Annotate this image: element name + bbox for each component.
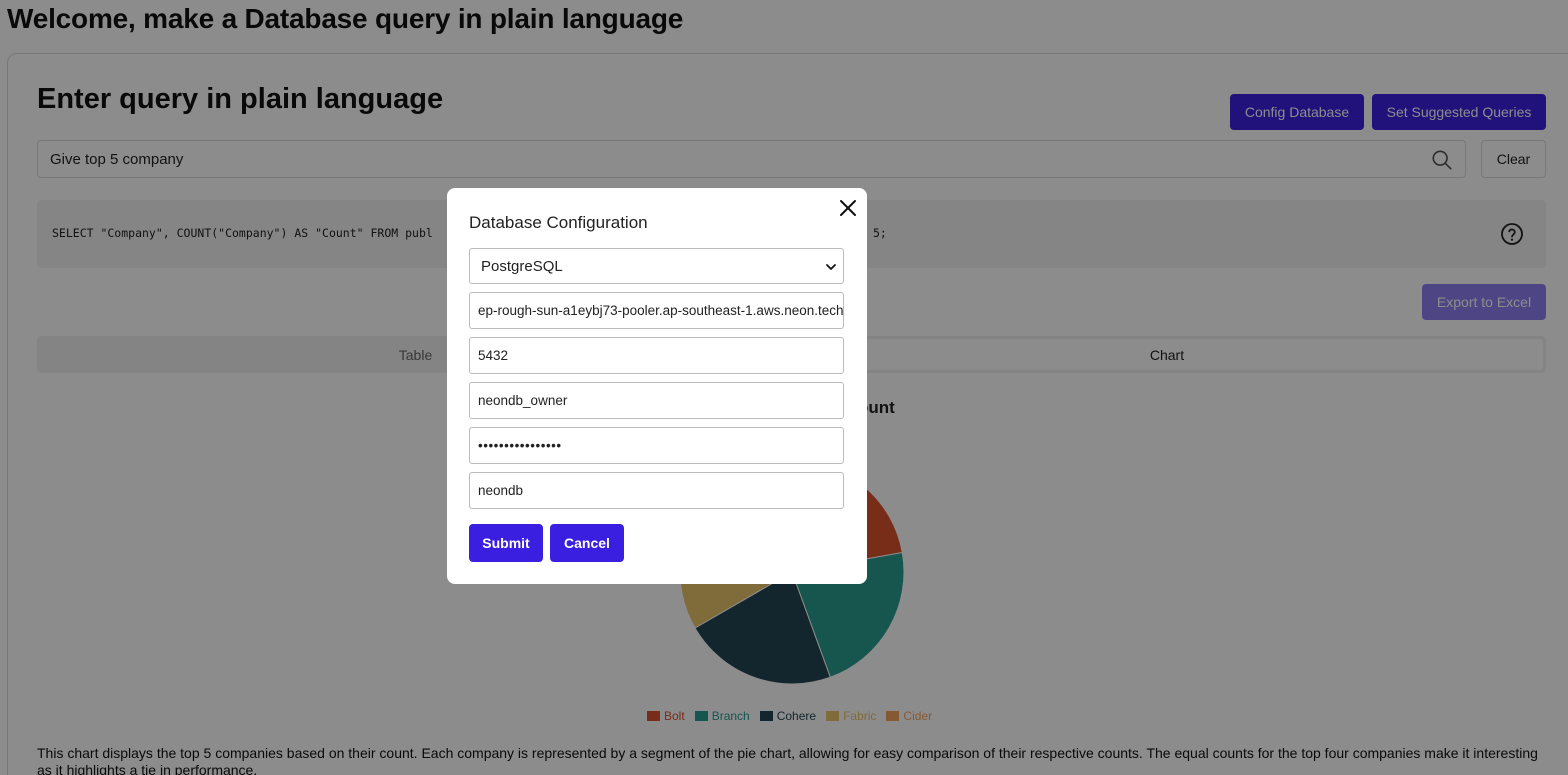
modal-title: Database Configuration (469, 213, 648, 232)
password-field[interactable]: •••••••••••••••• (469, 427, 844, 464)
database-type-select[interactable]: PostgreSQL (469, 248, 844, 284)
database-config-modal: Database Configuration PostgreSQL ep-rou… (447, 188, 867, 584)
database-type-value: PostgreSQL (481, 257, 563, 275)
submit-button[interactable]: Submit (469, 524, 543, 562)
database-name-field[interactable]: neondb (469, 472, 844, 509)
close-icon[interactable] (839, 199, 857, 217)
host-field[interactable]: ep-rough-sun-a1eybj73-pooler.ap-southeas… (469, 292, 844, 329)
username-field[interactable]: neondb_owner (469, 382, 844, 419)
port-field[interactable]: 5432 (469, 337, 844, 374)
chevron-down-icon (826, 264, 836, 270)
cancel-button[interactable]: Cancel (550, 524, 624, 562)
